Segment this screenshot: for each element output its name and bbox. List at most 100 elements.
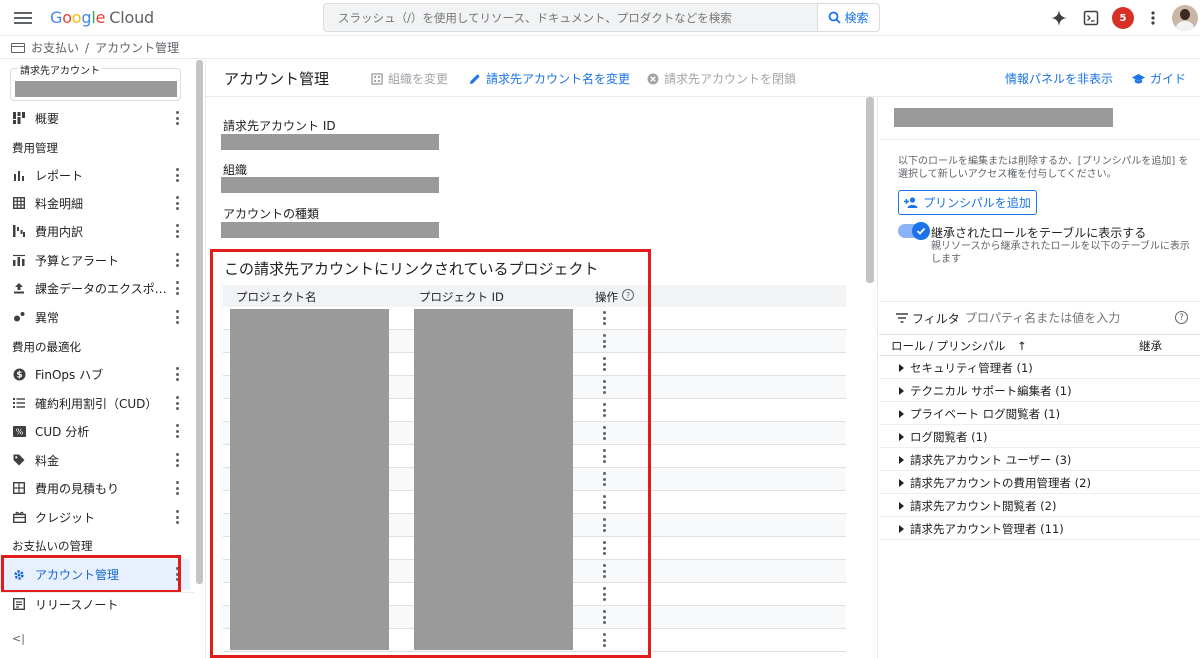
expand-arrow-icon[interactable] xyxy=(899,456,904,464)
item-menu-icon[interactable] xyxy=(176,281,180,295)
change-org-button[interactable]: 組織を変更 xyxy=(371,70,448,87)
gemini-sparkle-icon[interactable] xyxy=(1049,8,1069,28)
filter-icon xyxy=(896,313,908,323)
search-input[interactable] xyxy=(324,4,817,31)
item-menu-icon[interactable] xyxy=(176,510,180,524)
sidebar-item-finops[interactable]: $ FinOps ハブ xyxy=(0,361,190,387)
role-row[interactable]: 請求先アカウントの費用管理者 (2) xyxy=(879,471,1200,494)
filter-help-icon[interactable]: ? xyxy=(1175,311,1188,324)
close-account-button[interactable]: 請求先アカウントを閉鎖 xyxy=(647,70,796,87)
role-row[interactable]: セキュリティ管理者 (1) xyxy=(879,356,1200,379)
sidebar-scrollbar[interactable] xyxy=(196,60,203,584)
expand-arrow-icon[interactable] xyxy=(899,410,904,418)
table-icon xyxy=(12,196,26,210)
breadcrumb-billing[interactable]: お支払い xyxy=(31,39,79,56)
item-menu-icon[interactable] xyxy=(176,481,180,495)
sidebar-border xyxy=(205,60,206,658)
highlight-box-projects xyxy=(210,249,651,658)
sidebar-item-label: 概要 xyxy=(35,111,60,126)
item-menu-icon[interactable] xyxy=(176,253,180,267)
breadcrumb-account-mgmt: アカウント管理 xyxy=(95,41,180,55)
redacted-info-panel-title xyxy=(894,108,1113,127)
list-icon xyxy=(12,396,26,410)
section-payment-mgmt: お支払いの管理 xyxy=(12,539,93,553)
role-row[interactable]: プライベート ログ閲覧者 (1) xyxy=(879,402,1200,425)
expand-arrow-icon[interactable] xyxy=(899,525,904,533)
header-divider xyxy=(206,96,1200,97)
sidebar-item-export[interactable]: 課金データのエクスポ… xyxy=(0,275,190,301)
expand-arrow-icon[interactable] xyxy=(899,387,904,395)
item-menu-icon[interactable] xyxy=(176,310,180,324)
role-row[interactable]: テクニカル サポート編集者 (1) xyxy=(879,379,1200,402)
sidebar-item-label: 確約利用割引（CUD） xyxy=(35,396,158,411)
top-bar: GoogleCloud 検索 5 xyxy=(0,0,1200,36)
breadcrumb: お支払い / アカウント管理 xyxy=(0,37,1200,59)
sidebar-item-label: 予算とアラート xyxy=(35,253,120,268)
sidebar-item-credits[interactable]: クレジット xyxy=(0,504,190,530)
cloud-shell-icon[interactable] xyxy=(1081,8,1101,28)
item-menu-icon[interactable] xyxy=(176,111,180,125)
role-label: 請求先アカウント管理者 (11) xyxy=(910,522,1064,536)
sidebar-item-cud[interactable]: 確約利用割引（CUD） xyxy=(0,390,190,416)
google-cloud-logo[interactable]: Google Cloud xyxy=(50,8,154,27)
role-row[interactable]: ログ閲覧者 (1) xyxy=(879,425,1200,448)
sidebar-item-overview[interactable]: 概要 xyxy=(0,105,190,131)
sidebar-item-pricing[interactable]: 料金 xyxy=(0,447,190,473)
sidebar-item-budget[interactable]: 予算とアラート xyxy=(0,247,190,273)
notifications-badge[interactable]: 5 xyxy=(1112,7,1134,29)
inherited-roles-toggle[interactable] xyxy=(898,222,930,240)
sidebar-item-reports[interactable]: レポート xyxy=(0,162,190,188)
guide-button[interactable]: ガイド xyxy=(1132,70,1186,87)
redacted-organization xyxy=(221,177,439,193)
item-menu-icon[interactable] xyxy=(176,367,180,381)
expand-arrow-icon[interactable] xyxy=(899,479,904,487)
section-optimization: 費用の最適化 xyxy=(12,340,81,354)
sidebar-item-release-notes[interactable]: リリースノート xyxy=(0,591,190,617)
billing-account-selector[interactable]: 請求先アカウント xyxy=(10,62,181,101)
collapse-sidebar-button[interactable]: <| xyxy=(12,632,25,645)
item-menu-icon[interactable] xyxy=(176,168,180,182)
role-row[interactable]: 請求先アカウント閲覧者 (2) xyxy=(879,494,1200,517)
expand-arrow-icon[interactable] xyxy=(899,502,904,510)
role-row[interactable]: 請求先アカウント管理者 (11) xyxy=(879,517,1200,540)
waterfall-chart-icon xyxy=(12,224,26,238)
add-principal-button[interactable]: プリンシパルを追加 xyxy=(898,190,1037,215)
item-menu-icon[interactable] xyxy=(176,224,180,238)
search-button-label: 検索 xyxy=(844,11,869,25)
search-bar: 検索 xyxy=(323,3,880,32)
upload-icon xyxy=(12,281,26,295)
main-scrollbar[interactable] xyxy=(866,97,874,283)
filter-input[interactable] xyxy=(965,307,1165,329)
main-menu-icon[interactable] xyxy=(14,9,32,27)
col-role-principal[interactable]: ロール / プリンシパル ↑ xyxy=(891,338,1027,354)
guide-label: ガイド xyxy=(1150,72,1187,86)
user-avatar[interactable] xyxy=(1172,5,1198,31)
rename-account-label: 請求先アカウント名を変更 xyxy=(486,72,631,86)
sidebar-item-estimate[interactable]: 費用の見積もり xyxy=(0,475,190,501)
item-menu-icon[interactable] xyxy=(176,453,180,467)
calculator-icon xyxy=(12,481,26,495)
sort-ascending-icon: ↑ xyxy=(1017,339,1027,353)
percent-box-icon: % xyxy=(12,424,26,438)
redacted-account-id xyxy=(221,134,439,150)
expand-arrow-icon[interactable] xyxy=(899,364,904,372)
logo-product: Cloud xyxy=(109,8,154,27)
sidebar-item-breakdown[interactable]: 費用内訳 xyxy=(0,218,190,244)
col-inherited[interactable]: 継承 xyxy=(1139,338,1162,354)
hide-info-panel-button[interactable]: 情報パネルを非表示 xyxy=(1005,70,1113,87)
sidebar-item-anomaly[interactable]: 異常 xyxy=(0,304,190,330)
sidebar-item-label: CUD 分析 xyxy=(35,424,90,439)
rename-account-button[interactable]: 請求先アカウント名を変更 xyxy=(469,70,630,87)
expand-arrow-icon[interactable] xyxy=(899,433,904,441)
breadcrumb-separator: / xyxy=(85,40,90,55)
change-org-label: 組織を変更 xyxy=(388,72,449,86)
more-options-icon[interactable] xyxy=(1143,8,1163,28)
role-row[interactable]: 請求先アカウント ユーザー (3) xyxy=(879,448,1200,471)
item-menu-icon[interactable] xyxy=(176,396,180,410)
sidebar-item-invoice[interactable]: 料金明細 xyxy=(0,190,190,216)
search-button[interactable]: 検索 xyxy=(817,4,879,31)
item-menu-icon[interactable] xyxy=(176,196,180,210)
item-menu-icon[interactable] xyxy=(176,424,180,438)
building-icon xyxy=(371,72,383,85)
sidebar-item-cud-analysis[interactable]: % CUD 分析 xyxy=(0,418,190,444)
